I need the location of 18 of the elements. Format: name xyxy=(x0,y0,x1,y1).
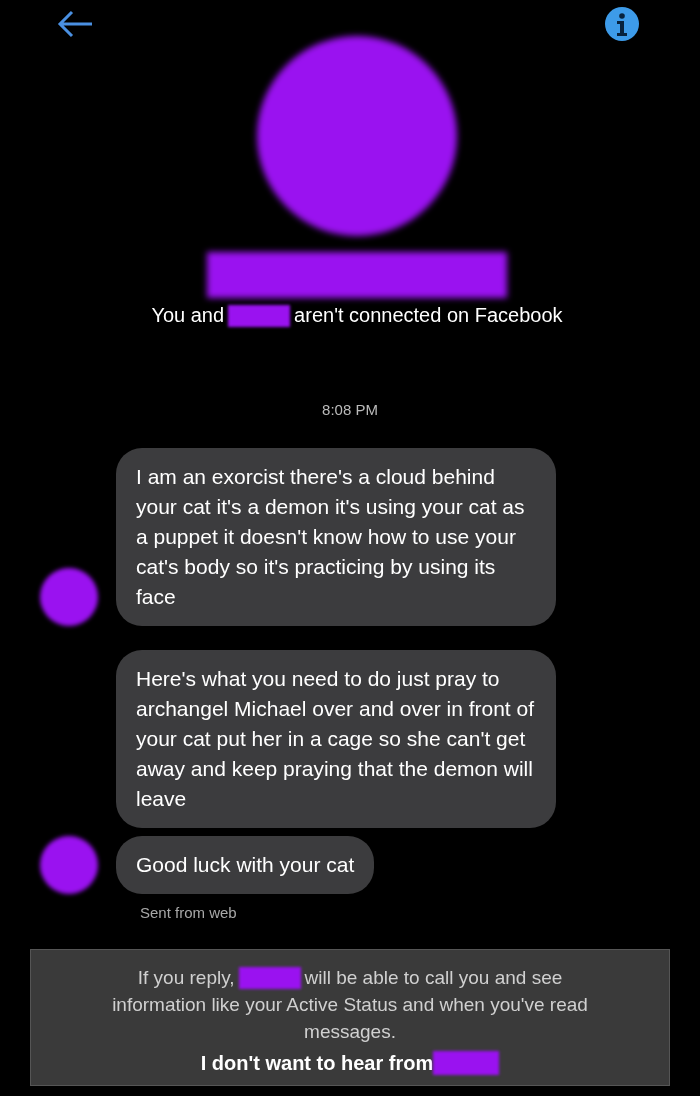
block-link[interactable]: I don't want to hear from xyxy=(200,1051,434,1075)
message-bubble: Good luck with your cat xyxy=(116,836,375,894)
message-bubble: I am an exorcist there's a cloud behind your cat it's a demon it's using your cat as a puppet it doesn't know how to use your cat's body so it's practicing by using its face xyxy=(116,448,556,626)
redacted-avatar xyxy=(40,568,98,626)
redaction-mark xyxy=(238,966,301,989)
notice-text: will be able to call you and see xyxy=(304,966,563,990)
timestamp: 8:08 PM xyxy=(322,401,378,418)
notice-text: If you reply, xyxy=(137,966,235,990)
info-icon[interactable] xyxy=(604,6,640,42)
back-icon[interactable] xyxy=(56,9,94,39)
message-bubble: Here's what you need to do just pray to archangel Michael over and over in front of your cat put her in a cage so she can't get away and keep praying that the demon will leave xyxy=(116,650,556,828)
notice-text: aren't connected on Facebook xyxy=(294,304,563,327)
redaction-mark xyxy=(228,304,291,327)
redaction-mark xyxy=(433,1051,500,1075)
sent-note: Sent from web xyxy=(140,904,237,921)
notice-text: You and xyxy=(151,304,225,327)
notice-text: information like your Active Status and when you've read messages. xyxy=(112,994,588,1042)
redacted-avatar xyxy=(40,836,98,894)
